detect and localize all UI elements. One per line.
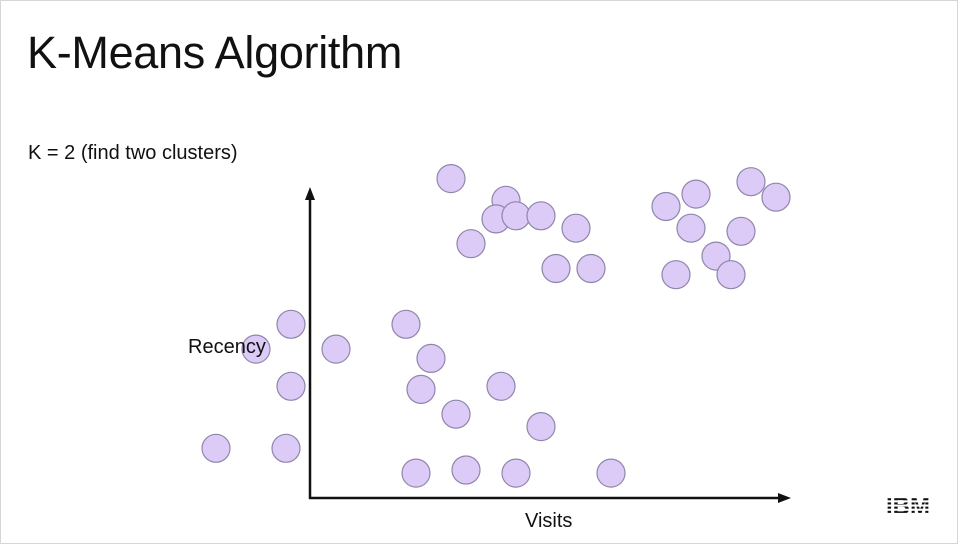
y-axis-label: Recency bbox=[188, 336, 266, 358]
data-point-0-13 bbox=[456, 229, 486, 259]
data-point-0-10 bbox=[676, 213, 706, 243]
data-point-0-15 bbox=[576, 253, 606, 284]
data-point-0-17 bbox=[716, 260, 746, 290]
data-point-0-0 bbox=[436, 164, 466, 194]
data-point-1-7 bbox=[441, 399, 471, 429]
data-point-1-9 bbox=[526, 412, 556, 442]
data-point-1-12 bbox=[401, 458, 431, 488]
data-point-1-5 bbox=[276, 371, 306, 401]
data-point-0-5 bbox=[561, 213, 591, 243]
data-point-1-10 bbox=[201, 433, 231, 463]
data-point-1-13 bbox=[451, 455, 481, 485]
ibm-logo: IBM bbox=[886, 494, 930, 516]
data-point-1-0 bbox=[276, 309, 306, 339]
data-point-1-6 bbox=[406, 374, 436, 404]
data-point-0-3 bbox=[501, 201, 531, 231]
x-axis-arrowhead bbox=[778, 493, 791, 503]
data-point-0-16 bbox=[661, 260, 691, 290]
scatter-plot bbox=[201, 164, 791, 503]
data-point-0-6 bbox=[651, 191, 681, 222]
data-point-1-15 bbox=[596, 458, 626, 488]
data-point-1-8 bbox=[486, 371, 516, 401]
data-points bbox=[201, 164, 791, 488]
slide: K-Means Algorithm K = 2 (find two cluste… bbox=[0, 0, 958, 544]
data-point-0-7 bbox=[681, 179, 711, 209]
data-point-0-8 bbox=[736, 167, 766, 197]
data-point-0-14 bbox=[541, 253, 571, 284]
data-point-1-11 bbox=[271, 433, 301, 463]
data-point-1-1 bbox=[391, 309, 421, 339]
data-point-1-14 bbox=[501, 458, 531, 488]
data-point-0-11 bbox=[726, 216, 756, 246]
data-point-1-4 bbox=[416, 343, 446, 373]
data-point-1-3 bbox=[321, 334, 351, 364]
data-point-0-9 bbox=[761, 182, 791, 212]
x-axis-label: Visits bbox=[525, 510, 573, 532]
y-axis-arrowhead bbox=[305, 187, 315, 200]
data-point-0-4 bbox=[526, 201, 556, 231]
